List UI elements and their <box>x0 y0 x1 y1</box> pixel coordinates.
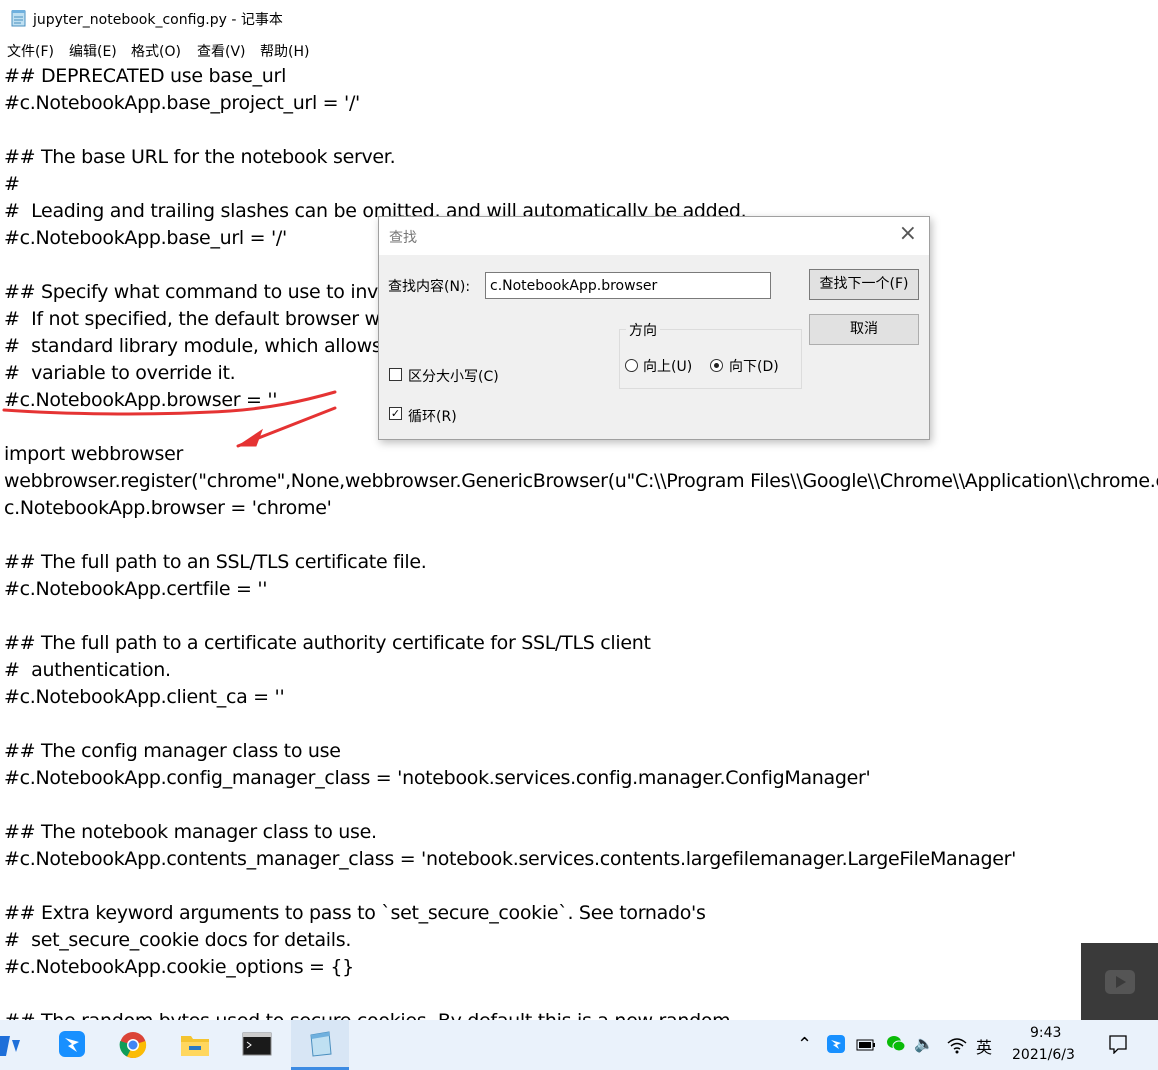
app-icon <box>0 1036 20 1056</box>
menu-help[interactable]: 帮助(H) <box>260 41 309 61</box>
dingtalk-tray-icon[interactable] <box>826 1034 846 1054</box>
notification-icon[interactable] <box>1108 1034 1128 1054</box>
menu-edit[interactable]: 编辑(E) <box>69 41 117 61</box>
editor-line: #c.NotebookApp.cookie_options = {} <box>4 956 354 978</box>
editor-line: webbrowser.register("chrome",None,webbro… <box>4 470 1158 492</box>
editor-line: ## The full path to a certificate author… <box>4 632 651 654</box>
editor-line: ## Extra keyword arguments to pass to `s… <box>4 902 706 924</box>
editor-line: #c.NotebookApp.client_ca = '' <box>4 686 285 708</box>
taskbar-chrome[interactable] <box>104 1020 162 1070</box>
menu-format[interactable]: 格式(O) <box>131 41 181 61</box>
wifi-icon[interactable] <box>946 1036 968 1054</box>
chrome-icon <box>119 1032 147 1059</box>
direction-label: 方向 <box>626 320 660 340</box>
find-what-label: 查找内容(N): <box>388 279 471 295</box>
folder-icon <box>181 1036 209 1056</box>
volume-icon[interactable]: 🔈 <box>914 1034 934 1053</box>
cancel-button[interactable]: 取消 <box>809 314 919 345</box>
window-title: jupyter_notebook_config.py - 记事本 <box>33 12 283 28</box>
taskbar-app-blue[interactable] <box>0 1020 26 1070</box>
battery-icon[interactable] <box>856 1038 876 1052</box>
find-next-button[interactable]: 查找下一个(F) <box>809 269 919 300</box>
editor-line: # set_secure_cookie docs for details. <box>4 929 352 951</box>
editor-line: ## The notebook manager class to use. <box>4 821 377 843</box>
menu-view[interactable]: 查看(V) <box>197 41 246 61</box>
taskbar: ⌃ 🔈 英 9:43 2021/6/3 <box>0 1020 1158 1070</box>
wechat-icon[interactable] <box>886 1035 906 1053</box>
editor-line: ## The config manager class to use <box>4 740 341 762</box>
floating-video-widget[interactable] <box>1081 943 1158 1020</box>
dingtalk-icon <box>59 1031 85 1057</box>
terminal-icon <box>242 1032 272 1056</box>
taskbar-terminal[interactable] <box>228 1020 286 1070</box>
notepad-app-icon <box>11 10 26 27</box>
editor-line: c.NotebookApp.browser = 'chrome' <box>4 497 332 519</box>
direction-up-label[interactable]: 向上(U) <box>643 356 692 376</box>
editor-line: ## DEPRECATED use base_url <box>4 65 287 87</box>
direction-down-radio[interactable] <box>710 359 723 372</box>
editor-line: #c.NotebookApp.config_manager_class = 'n… <box>4 767 871 789</box>
editor-line: #c.NotebookApp.certfile = '' <box>4 578 268 600</box>
taskbar-file-explorer[interactable] <box>166 1020 224 1070</box>
chevron-up-icon[interactable]: ⌃ <box>797 1034 812 1055</box>
play-icon <box>1105 970 1135 994</box>
close-icon[interactable]: × <box>899 223 917 245</box>
find-what-input[interactable]: c.NotebookApp.browser <box>485 272 771 299</box>
editor-line: # <box>4 173 20 195</box>
editor-line: #c.NotebookApp.base_project_url = '/' <box>4 92 360 114</box>
menu-bar: 文件(F) 编辑(E) 格式(O) 查看(V) 帮助(H) <box>0 38 1158 62</box>
notepad-icon <box>310 1031 332 1057</box>
text-editor[interactable]: ## DEPRECATED use base_url #c.NotebookAp… <box>0 62 1158 1020</box>
direction-down-label[interactable]: 向下(D) <box>729 356 779 376</box>
match-case-checkbox[interactable] <box>389 368 402 381</box>
find-dialog: 查找 × 查找内容(N): c.NotebookApp.browser 查找下一… <box>378 216 930 440</box>
match-case-label[interactable]: 区分大小写(C) <box>408 366 499 386</box>
red-annotation-arrow-icon <box>2 390 337 448</box>
taskbar-dingtalk[interactable] <box>44 1020 102 1070</box>
editor-line: ## The base URL for the notebook server. <box>4 146 396 168</box>
clock-date[interactable]: 2021/6/3 <box>1012 1047 1075 1063</box>
direction-group: 方向 向上(U) 向下(D) <box>619 320 802 389</box>
editor-line: #c.NotebookApp.contents_manager_class = … <box>4 848 1017 870</box>
editor-line: ## The random bytes used to secure cooki… <box>4 1008 731 1020</box>
menu-file[interactable]: 文件(F) <box>7 41 54 61</box>
wrap-around-checkbox[interactable]: ✓ <box>389 407 402 420</box>
ime-indicator[interactable]: 英 <box>976 1034 992 1058</box>
find-dialog-title: 查找 <box>389 230 417 246</box>
wrap-around-label[interactable]: 循环(R) <box>408 406 457 426</box>
editor-line: ## The full path to an SSL/TLS certifica… <box>4 551 427 573</box>
editor-line: # authentication. <box>4 659 171 681</box>
direction-up-radio[interactable] <box>625 359 638 372</box>
clock-time[interactable]: 9:43 <box>1030 1025 1061 1041</box>
find-dialog-titlebar: 查找 × <box>379 217 929 255</box>
taskbar-notepad[interactable] <box>291 1020 349 1070</box>
editor-line: #c.NotebookApp.base_url = '/' <box>4 227 287 249</box>
title-bar: jupyter_notebook_config.py - 记事本 <box>0 0 1158 38</box>
